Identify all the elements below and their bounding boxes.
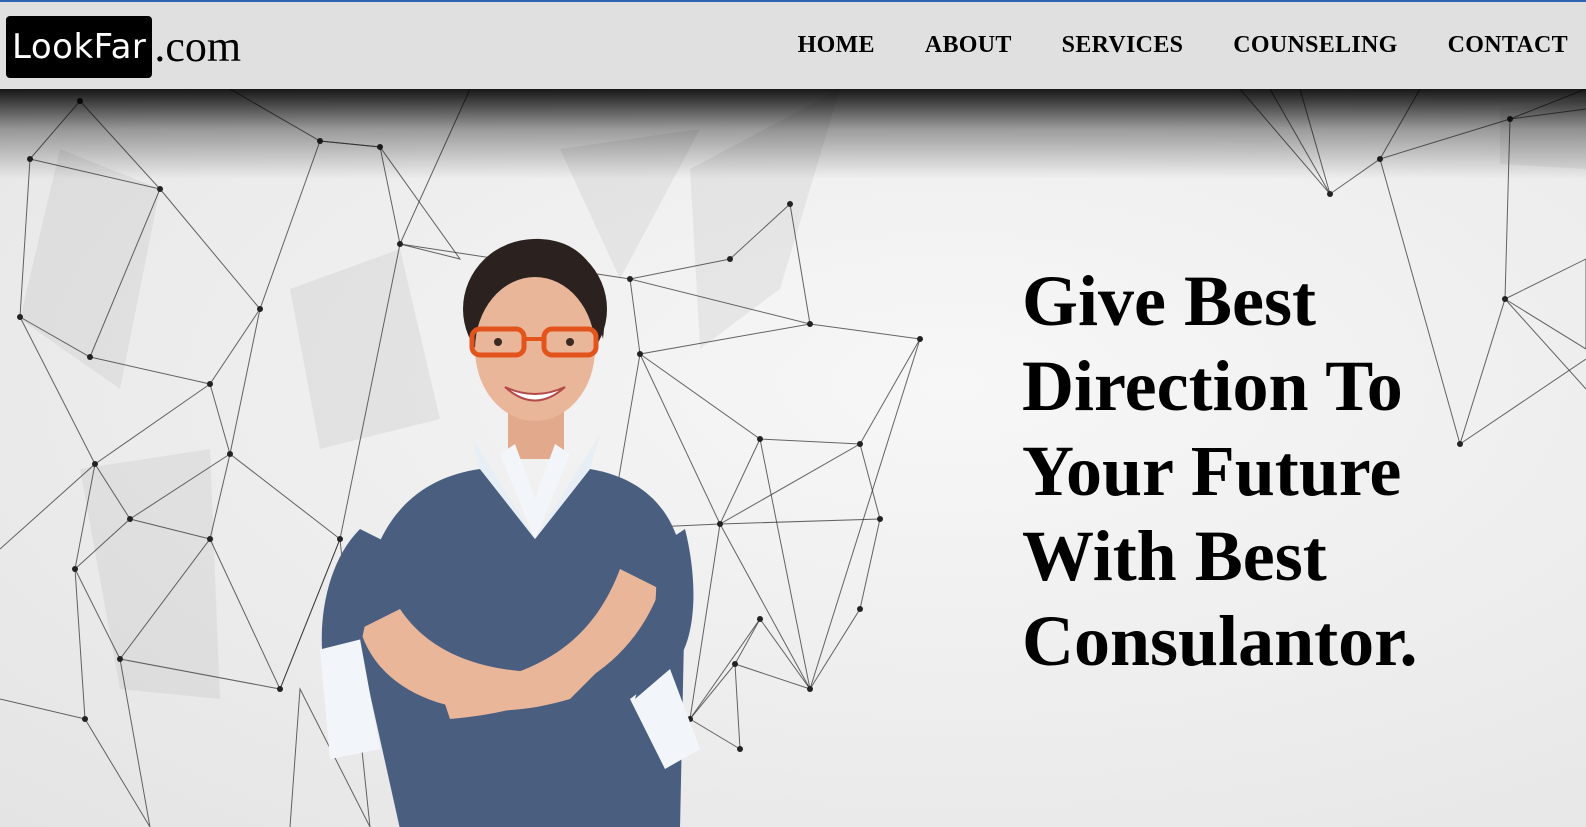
nav-about-link[interactable]: ABOUT bbox=[925, 32, 1012, 59]
nav-counseling-link[interactable]: COUNSELING bbox=[1233, 32, 1397, 59]
hero-headline: Give Best Direction To Your Future With … bbox=[1022, 261, 1418, 681]
nav-contact-link[interactable]: CONTACT bbox=[1448, 32, 1568, 59]
nav-home-link[interactable]: HOME bbox=[798, 32, 875, 59]
logo-suffix: .com bbox=[154, 22, 242, 71]
site-header: LookFar .com HOME ABOUT SERVICES COUNSEL… bbox=[0, 2, 1586, 89]
site-logo[interactable]: LookFar .com bbox=[6, 15, 241, 79]
nav-services-link[interactable]: SERVICES bbox=[1062, 32, 1184, 59]
hero-banner: Give Best Direction To Your Future With … bbox=[0, 89, 1586, 827]
main-nav: HOME ABOUT SERVICES COUNSELING CONTACT bbox=[748, 2, 1586, 89]
logo-box: LookFar bbox=[6, 16, 153, 78]
hero-person-image bbox=[320, 238, 700, 827]
hero-top-shadow bbox=[0, 89, 1586, 179]
